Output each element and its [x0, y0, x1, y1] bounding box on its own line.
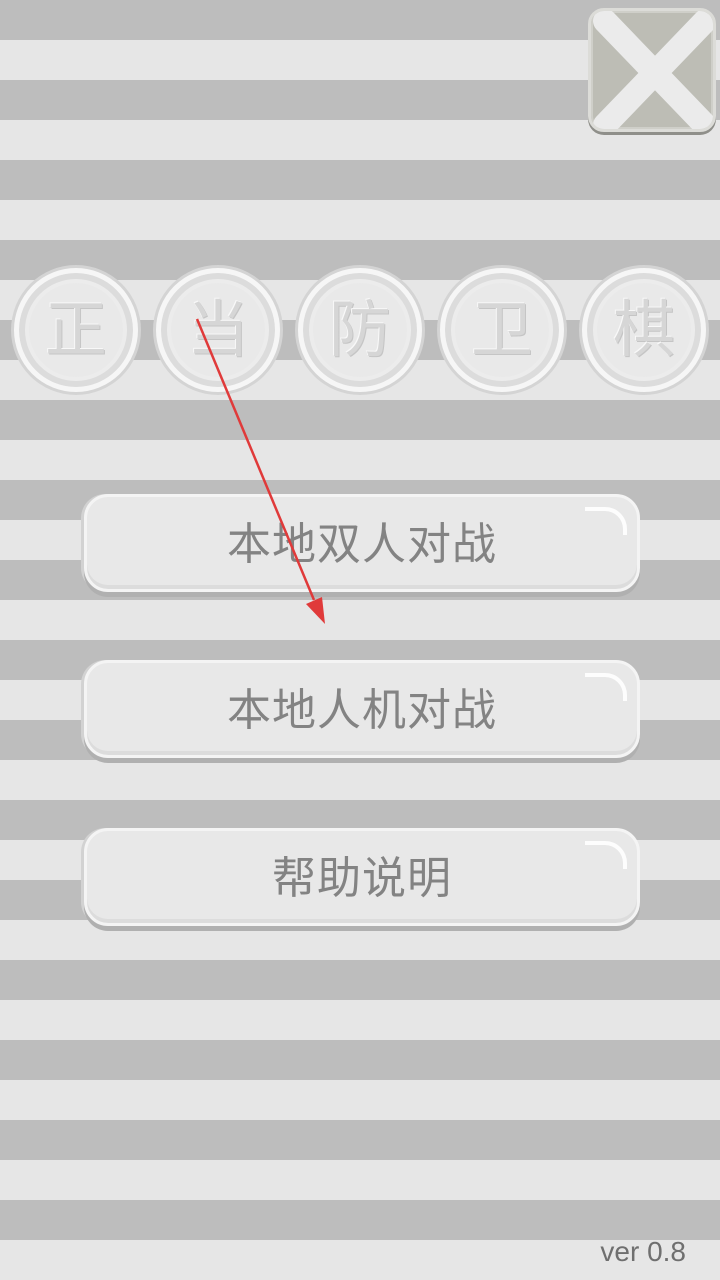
help-button[interactable]: 帮助说明 — [84, 828, 640, 926]
title-coin: 正 — [14, 268, 138, 392]
title-char: 当 — [186, 293, 249, 366]
game-title: 正 当 防 卫 棋 — [0, 0, 720, 420]
local-pve-button[interactable]: 本地人机对战 — [84, 660, 640, 758]
title-coin: 棋 — [582, 268, 706, 392]
title-coin: 防 — [298, 268, 422, 392]
help-label: 帮助说明 — [272, 853, 452, 904]
title-char: 棋 — [612, 293, 675, 366]
local-pvp-button[interactable]: 本地双人对战 — [84, 494, 640, 592]
title-char: 卫 — [470, 293, 533, 366]
version-label: ver 0.8 — [600, 1236, 686, 1267]
title-char: 防 — [328, 293, 391, 366]
title-coin: 当 — [156, 268, 280, 392]
local-pve-label: 本地人机对战 — [227, 685, 497, 736]
title-coin: 卫 — [440, 268, 564, 392]
title-char: 正 — [44, 293, 107, 366]
local-pvp-label: 本地双人对战 — [227, 519, 497, 570]
